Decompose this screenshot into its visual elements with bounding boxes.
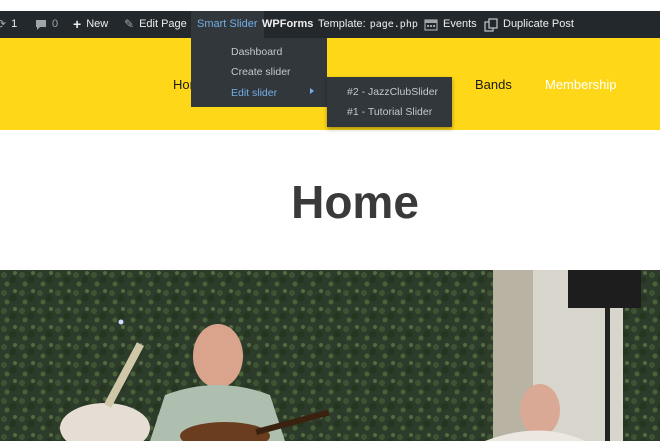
template-label: Template: [318,18,366,30]
edit-page-label: Edit Page [139,18,187,30]
edit-page-button[interactable]: ✎ Edit Page [124,11,187,38]
plus-icon: + [73,16,82,32]
menu-item-edit-slider[interactable]: Edit slider [231,87,277,99]
new-label: New [86,18,109,30]
nav-item-bands[interactable]: Bands [475,77,512,92]
pencil-icon: ✎ [124,17,135,31]
comment-icon [36,19,46,30]
template-info[interactable]: Template: page.php [318,11,418,38]
nav-item-membership[interactable]: Membership [545,77,617,92]
events-label: Events [443,18,477,30]
page-title: Home [291,176,419,228]
template-file: page.php [369,19,418,30]
duplicate-post-label: Duplicate Post [503,18,574,30]
band-photo-illustration [0,270,660,441]
events-button[interactable]: Events [424,11,477,38]
slider-photo [0,270,660,441]
updates-count: 1 [11,18,18,30]
comments-count: 0 [52,18,59,30]
menu-item-jazzclub-slider[interactable]: #2 - JazzClubSlider [347,86,438,98]
smart-slider-label: Smart Slider [197,18,258,30]
duplicate-post-button[interactable]: Duplicate Post [484,11,574,38]
smart-slider-dropdown: Dashboard Create slider Edit slider [191,38,327,107]
wpforms-button[interactable]: WPForms [262,11,313,38]
menu-item-create-slider[interactable]: Create slider [231,66,291,78]
duplicate-icon [484,17,498,32]
menu-item-tutorial-slider[interactable]: #1 - Tutorial Slider [347,106,432,118]
menu-item-dashboard[interactable]: Dashboard [231,46,282,58]
updates-button[interactable]: ⟳ 1 [0,11,17,38]
calendar-icon [424,19,438,31]
refresh-icon: ⟳ [0,17,7,31]
comments-button[interactable]: 0 [35,11,58,38]
smart-slider-menu[interactable]: Smart Slider [191,11,264,38]
new-button[interactable]: + New [73,11,108,38]
submenu-arrow-icon [310,88,314,94]
wpforms-label: WPForms [262,18,314,30]
edit-slider-flyout: #2 - JazzClubSlider #1 - Tutorial Slider [327,77,452,127]
